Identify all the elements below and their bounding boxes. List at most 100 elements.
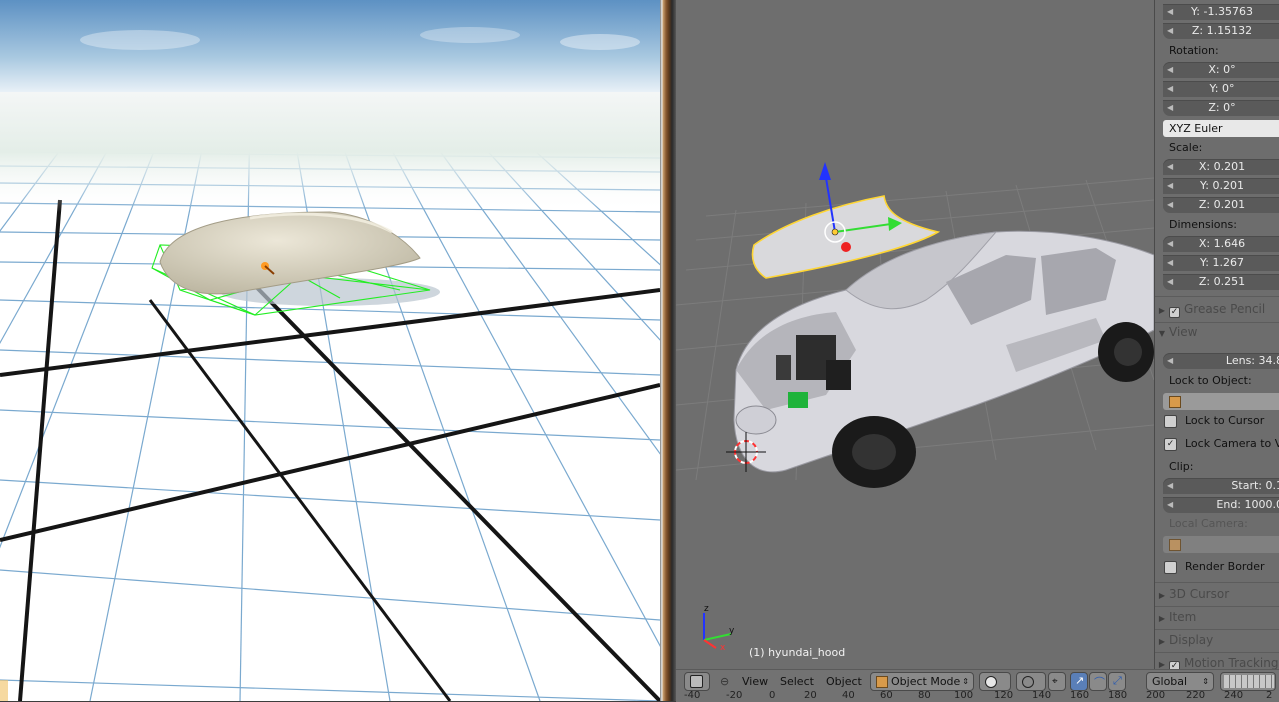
ruler-tick-label: 80 — [918, 690, 931, 701]
window-divider[interactable] — [660, 0, 676, 701]
rotate-arc-icon: ⌒ — [1094, 676, 1105, 689]
rotate-manipulator-button[interactable]: ⌒ — [1089, 672, 1107, 691]
render-border-checkbox[interactable] — [1164, 561, 1177, 574]
expanded-triangle-icon: ▼ — [1158, 329, 1166, 338]
rotation-label: Rotation: — [1169, 44, 1219, 57]
rotation-x-field[interactable]: ◀ X: 0° — [1163, 62, 1279, 78]
axis-z-letter: z — [704, 604, 709, 614]
lock-to-cursor-label: Lock to Cursor — [1185, 414, 1265, 427]
translate-arrow-icon: ↗ — [1075, 674, 1085, 687]
pivot-point-select[interactable] — [1016, 672, 1046, 691]
sky — [0, 0, 660, 95]
rotation-mode-select[interactable]: XYZ Euler — [1163, 120, 1279, 137]
clip-end-field[interactable]: ◀End: 1000.000 — [1163, 497, 1279, 513]
ruler-tick-label: 40 — [842, 690, 855, 701]
view-menu[interactable]: View — [742, 672, 768, 691]
lock-camera-label: Lock Camera to Vie — [1185, 437, 1279, 450]
dimension-x-field[interactable]: ◀ X: 1.646 — [1163, 236, 1279, 252]
collapsed-triangle-icon: ▶ — [1158, 637, 1166, 646]
ruler-tick-label: 140 — [1032, 690, 1052, 701]
manipulator-icon: ⌖ — [1052, 676, 1058, 687]
lens-field[interactable]: ◀Lens: 34.800 — [1163, 353, 1279, 369]
location-y-field[interactable]: ◀ Y: -1.35763 — [1163, 4, 1279, 20]
object-cube-icon — [1169, 396, 1181, 408]
orientation-label: Global — [1152, 675, 1188, 688]
object-mode-icon — [876, 676, 888, 688]
mode-select[interactable]: Object Mode ⇕ — [870, 672, 974, 691]
mode-label: Object Mode — [891, 675, 961, 688]
translate-manipulator-button[interactable]: ↗ — [1070, 672, 1088, 691]
rotation-z-field[interactable]: ◀ Z: 0° — [1163, 100, 1279, 116]
pivot-icon — [1022, 676, 1034, 688]
layer-buttons[interactable] — [1220, 672, 1276, 691]
scale-label: Scale: — [1169, 141, 1203, 154]
select-menu[interactable]: Select — [780, 672, 814, 691]
lock-to-object-field[interactable] — [1163, 393, 1279, 410]
item-panel-header[interactable]: ▶ Item — [1155, 610, 1279, 630]
blender-3d-viewport[interactable]: z y x (1) hyundai_hood — [676, 0, 1154, 669]
ruler-tick-label: 100 — [954, 690, 974, 701]
x-axis-handle[interactable] — [841, 242, 851, 252]
3d-cursor-panel-header[interactable]: ▶ 3D Cursor — [1155, 587, 1279, 607]
collapse-menu-icon[interactable]: ⊖ — [720, 672, 729, 691]
transform-orientation-select[interactable]: Global ⇕ — [1146, 672, 1214, 691]
ruler-tick-label: 0 — [769, 690, 776, 701]
view-panel-header[interactable]: ▼ View — [1155, 325, 1279, 345]
manipulator-visibility-toggle[interactable]: ⌖ — [1048, 672, 1066, 691]
timeline-ruler: -40 -20 0 20 40 60 80 100 120 140 160 18… — [676, 690, 1279, 702]
ruler-tick-label: 2 — [1266, 690, 1273, 701]
lock-to-cursor-checkbox[interactable] — [1164, 415, 1177, 428]
properties-panel[interactable]: ◀ Y: -1.35763 ◀ Z: 1.15132 Rotation: ◀ X: 0… — [1154, 0, 1279, 669]
dimensions-label: Dimensions: — [1169, 218, 1237, 231]
battery-green — [788, 392, 808, 408]
dimension-z-field[interactable]: ◀ Z: 0.251 — [1163, 274, 1279, 290]
simulation-view — [0, 0, 660, 701]
grease-pencil-panel-header[interactable]: ▶ ✓ Grease Pencil — [1155, 302, 1279, 322]
view-panel-label: View — [1169, 325, 1198, 339]
motion-tracking-checkbox[interactable]: ✓ — [1169, 661, 1180, 669]
motion-tracking-label: Motion Tracking — [1184, 656, 1279, 669]
render-border-label: Render Border — [1185, 560, 1265, 573]
clip-start-field[interactable]: ◀Start: 0.100 — [1163, 478, 1279, 494]
axis-y-letter: y — [729, 626, 735, 636]
ruler-tick-label: 220 — [1186, 690, 1206, 701]
location-z-field[interactable]: ◀ Z: 1.15132 — [1163, 23, 1279, 39]
viewport-shading-select[interactable] — [979, 672, 1011, 691]
axis-x-letter: x — [720, 643, 726, 653]
collapsed-triangle-icon: ▶ — [1158, 660, 1166, 669]
ruler-tick-label: 60 — [880, 690, 893, 701]
scale-icon: ⤢ — [1113, 674, 1122, 687]
scale-manipulator-button[interactable]: ⤢ — [1108, 672, 1126, 691]
ruler-tick-label: 180 — [1108, 690, 1128, 701]
display-panel-label: Display — [1169, 633, 1214, 647]
viewport-scene: z y x — [676, 0, 1154, 669]
scale-y-field[interactable]: ◀ Y: 0.201 — [1163, 178, 1279, 194]
lock-camera-checkbox[interactable]: ✓ — [1164, 438, 1177, 451]
collapsed-triangle-icon: ▶ — [1158, 591, 1166, 600]
object-menu[interactable]: Object — [826, 672, 862, 691]
ruler-tick-label: -20 — [726, 690, 743, 701]
solid-shading-icon — [985, 676, 997, 688]
scale-z-field[interactable]: ◀ Z: 0.201 — [1163, 197, 1279, 213]
scale-x-field[interactable]: ◀ X: 0.201 — [1163, 159, 1279, 175]
viewport-header-toolbar[interactable]: ⊖ View Select Object Object Mode ⇕ ⌖ ↗ ⌒… — [676, 669, 1279, 702]
motion-tracking-panel-header[interactable]: ▶ ✓ Motion Tracking — [1155, 656, 1279, 669]
dimension-y-field[interactable]: ◀ Y: 1.267 — [1163, 255, 1279, 271]
ruler-tick-label: 20 — [804, 690, 817, 701]
3d-cursor-panel-label: 3D Cursor — [1169, 587, 1230, 601]
rotation-y-field[interactable]: ◀ Y: 0° — [1163, 81, 1279, 97]
item-panel-label: Item — [1169, 610, 1197, 624]
grease-pencil-checkbox[interactable]: ✓ — [1169, 307, 1180, 318]
distance-fog — [0, 92, 660, 212]
display-panel-header[interactable]: ▶ Display — [1155, 633, 1279, 653]
simulation-scene — [0, 0, 660, 701]
active-object-label: (1) hyundai_hood — [749, 646, 846, 659]
ruler-tick-label: 200 — [1146, 690, 1166, 701]
collapsed-triangle-icon: ▶ — [1158, 306, 1166, 315]
clip-label: Clip: — [1169, 460, 1194, 473]
local-camera-label: Local Camera: — [1169, 517, 1248, 530]
grease-pencil-label: Grease Pencil — [1184, 302, 1266, 316]
local-camera-field[interactable] — [1163, 536, 1279, 553]
editor-type-button[interactable] — [684, 672, 710, 691]
camera-cube-icon — [1169, 539, 1181, 551]
